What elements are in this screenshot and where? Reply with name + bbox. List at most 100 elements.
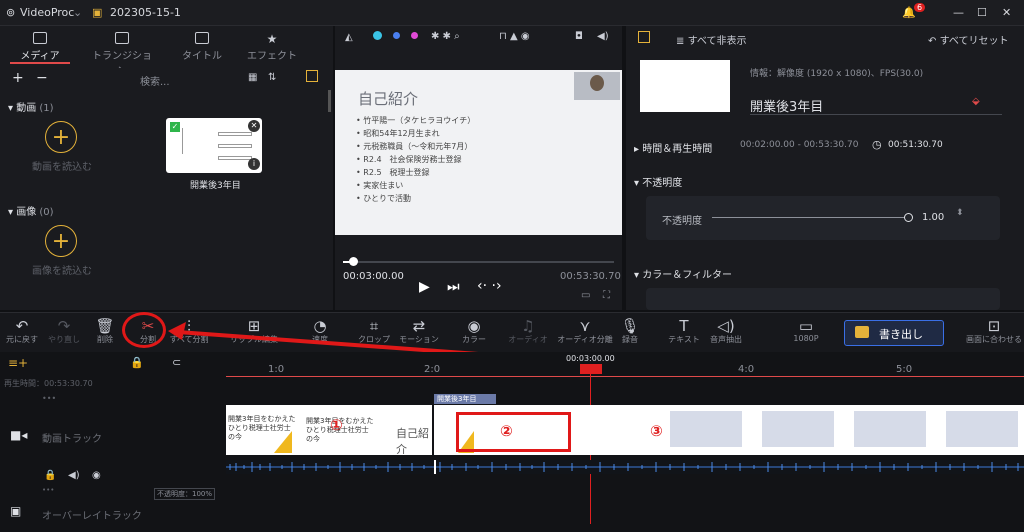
grid-view-icon[interactable]: ▦ xyxy=(248,72,257,83)
volume-icon[interactable]: ◀) xyxy=(68,470,80,481)
overlay-track-label: オーバーレイトラック xyxy=(42,511,142,522)
minimize-icon[interactable]: — xyxy=(953,6,964,19)
lock-icon[interactable]: 🔒 xyxy=(130,356,144,369)
app-name[interactable]: VideoProc xyxy=(20,6,74,19)
redo-icon: ↷ xyxy=(57,317,71,335)
effect-icon: ★ xyxy=(266,32,278,46)
project-icon: ▣ xyxy=(92,6,103,19)
panel-toggle-icon[interactable] xyxy=(638,31,650,43)
play-icon[interactable]: ▶ xyxy=(419,279,430,295)
sort-icon[interactable]: ⇅ xyxy=(268,72,276,83)
color-dot-icon[interactable] xyxy=(373,31,382,40)
volume-icon[interactable]: ◀) xyxy=(597,31,609,42)
ruler-tick: 1:0 xyxy=(268,364,285,375)
section-opacity[interactable]: ▾ 不透明度 xyxy=(634,174,682,189)
fullscreen-icon[interactable]: ⛶ xyxy=(603,290,610,301)
lock-icon[interactable]: ⊓ ▲ ◉ xyxy=(499,31,530,42)
panel-toggle-icon[interactable] xyxy=(306,70,318,82)
undo-button[interactable]: ↶ 元に戻す xyxy=(4,317,40,345)
clip-segment-1[interactable]: 開業3年目をむかえた ひとり税理士社労士 の今 開業3年目をむかえた ひとり税理… xyxy=(226,405,432,456)
resolution-button[interactable]: ▭ 1080P xyxy=(786,317,826,343)
total-time: 00:53:30.70 xyxy=(560,271,621,282)
add-video-label: 動画を読込む xyxy=(32,162,92,173)
current-time: 00:03:00.00 xyxy=(343,271,404,282)
tab-media[interactable]: メディア xyxy=(10,30,70,64)
text-icon: T xyxy=(679,317,689,335)
record-button[interactable]: 🎙 録音 xyxy=(616,317,644,345)
extract-icon: ◁) xyxy=(717,317,735,335)
group-video[interactable]: ▾ 動画 (1) xyxy=(8,99,54,114)
annotation-2: ② xyxy=(500,422,513,440)
hide-all-button[interactable]: ≣ すべて非表示 xyxy=(676,32,746,47)
media-tab-bar: メディア トランジション タイトル ★エフェクト xyxy=(0,26,333,77)
remove-icon[interactable]: − xyxy=(36,70,48,86)
clip-name-field[interactable]: 開業後3年目 xyxy=(750,96,823,115)
snapshot-icon[interactable]: ▭ xyxy=(581,290,590,301)
reset-all-button[interactable]: ↶ すべてリセット xyxy=(928,32,1008,47)
add-icon[interactable]: + xyxy=(12,70,24,86)
delete-button[interactable]: 🗑 削除 xyxy=(90,317,120,345)
search-input[interactable]: 検索... xyxy=(140,73,170,88)
playhead-handle[interactable] xyxy=(580,364,602,374)
check-icon: ✓ xyxy=(170,122,180,132)
extract-audio-button[interactable]: ◁) 音声抽出 xyxy=(704,317,748,345)
maximize-icon[interactable]: ☐ xyxy=(977,6,987,19)
mask-icon[interactable]: ◭ xyxy=(345,32,353,43)
title-bar: ⊚ VideoProc ⌄ ▣ 202305-15-1 🔔 6 — ☐ ✕ xyxy=(0,0,1024,26)
track-menu-icon[interactable]: ••• xyxy=(42,486,54,494)
thumb-box xyxy=(218,132,252,136)
sparkle-icon[interactable]: ✱ ✱ ⌕ xyxy=(431,31,460,42)
step-icon[interactable]: ‹· ·› xyxy=(477,278,502,294)
slide-table-thumbnails xyxy=(656,411,1022,447)
info-icon[interactable]: i xyxy=(248,158,260,170)
scrollbar[interactable] xyxy=(328,90,331,112)
lock-icon[interactable]: 🔒 xyxy=(44,470,56,481)
section-color-filter[interactable]: ▾ カラー＆フィルター xyxy=(634,266,732,281)
section-time[interactable]: ▸ 時間＆再生時間 xyxy=(634,140,712,155)
ruler-tick: 5:0 xyxy=(896,364,913,375)
opacity-tag: 不透明度：100% xyxy=(154,488,216,500)
add-video-button[interactable]: + xyxy=(45,121,77,153)
export-button[interactable]: 書き出し xyxy=(844,320,944,346)
next-frame-icon[interactable]: ⏭ xyxy=(447,279,460,295)
opacity-slider-handle[interactable] xyxy=(904,213,913,222)
slide-title: 自己紹介 xyxy=(358,90,419,108)
preview-toolbar: ◭ ✱ ✱ ⌕ ⊓ ▲ ◉ ◘ ◀) xyxy=(335,26,622,70)
seek-handle[interactable] xyxy=(349,257,358,266)
thumb-diagram xyxy=(182,128,210,154)
opacity-slider[interactable] xyxy=(712,217,908,218)
edit-name-icon[interactable]: ⬙ xyxy=(972,96,980,107)
magnet-icon[interactable]: ⊂ xyxy=(172,356,181,369)
clip-label-bar: 開業後3年目 xyxy=(434,394,496,404)
video-track-label: 動画トラック xyxy=(42,434,102,445)
opacity-value[interactable]: 1.00 xyxy=(922,212,944,223)
thumb-box xyxy=(218,144,252,148)
fit-screen-button[interactable]: ⊡ 画面に合わせる xyxy=(966,317,1022,345)
add-image-button[interactable]: + xyxy=(45,225,77,257)
notification-badge: 6 xyxy=(914,3,926,12)
text-button[interactable]: T テキスト xyxy=(664,317,704,345)
close-icon[interactable]: ✕ xyxy=(1002,6,1011,19)
tab-effect[interactable]: ★ エフェクト xyxy=(242,30,302,62)
media-icon xyxy=(33,32,47,44)
color-dot-icon[interactable] xyxy=(393,32,400,39)
ruler-tick: 2:0 xyxy=(424,364,441,375)
color-dot-icon[interactable] xyxy=(411,32,418,39)
tab-title[interactable]: タイトル xyxy=(172,30,232,62)
mic-icon: 🎙 xyxy=(620,317,640,335)
waveform-graphic xyxy=(226,462,1024,472)
seek-bar[interactable] xyxy=(343,261,614,263)
remove-thumb-icon[interactable]: ✕ xyxy=(248,120,260,132)
add-track-icon[interactable]: ≡+ xyxy=(8,356,28,370)
camera-icon[interactable]: ◘ xyxy=(575,31,583,42)
track-menu-icon[interactable]: ••• xyxy=(42,394,56,403)
chevron-down-icon[interactable]: ⌄ xyxy=(73,6,82,19)
media-thumbnail[interactable]: ✓ ✕ i xyxy=(166,118,262,173)
group-image[interactable]: ▾ 画像 (0) xyxy=(8,203,54,218)
undo-icon: ↶ xyxy=(15,317,29,335)
audio-waveform[interactable] xyxy=(226,460,1024,474)
video-track-icon: ■◂ xyxy=(10,428,28,442)
stepper-icon[interactable]: ⬍ xyxy=(956,208,964,218)
eye-icon[interactable]: ◉ xyxy=(92,470,101,481)
redo-button[interactable]: ↷ やり直し xyxy=(44,317,84,345)
